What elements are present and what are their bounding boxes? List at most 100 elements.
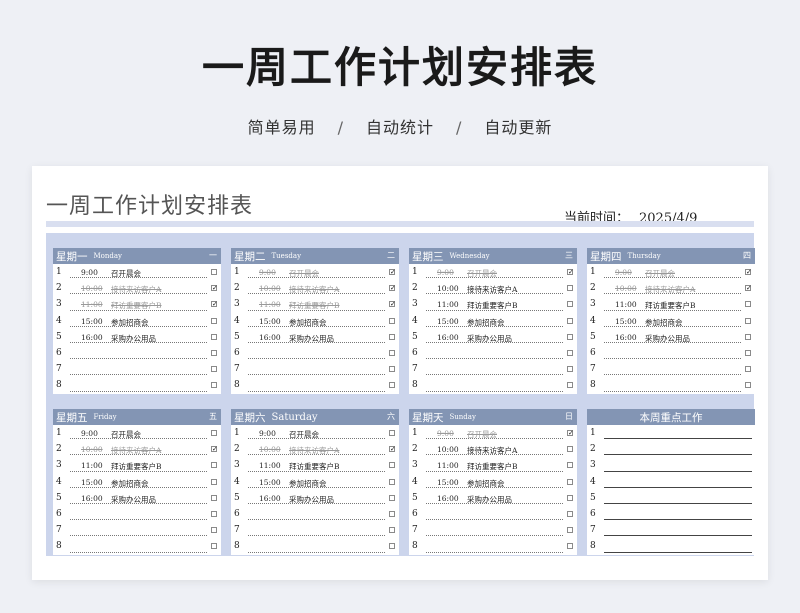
task-time[interactable]: 10:00 xyxy=(259,284,281,293)
task-checkbox[interactable] xyxy=(211,446,217,453)
task-text[interactable]: 拜访重要客户B xyxy=(467,300,518,311)
task-time[interactable]: 15:00 xyxy=(615,317,637,326)
task-time[interactable]: 9:00 xyxy=(615,268,632,277)
task-checkbox[interactable] xyxy=(745,301,751,308)
task-checkbox[interactable] xyxy=(389,317,395,324)
task-time[interactable]: 9:00 xyxy=(81,268,98,277)
task-checkbox[interactable] xyxy=(389,527,395,534)
task-checkbox[interactable] xyxy=(567,349,573,356)
task-checkbox[interactable] xyxy=(745,333,751,340)
focus-row[interactable]: 8 xyxy=(587,538,755,554)
task-checkbox[interactable] xyxy=(211,349,217,356)
focus-row[interactable]: 1 xyxy=(587,425,755,441)
task-text[interactable]: 采购办公用品 xyxy=(289,494,334,505)
task-time[interactable]: 9:00 xyxy=(437,429,454,438)
task-text[interactable]: 接待来访客户A xyxy=(111,445,161,456)
task-time[interactable]: 15:00 xyxy=(259,317,281,326)
task-time[interactable]: 15:00 xyxy=(81,478,103,487)
task-text[interactable]: 拜访重要客户B xyxy=(645,300,696,311)
task-text[interactable]: 采购办公用品 xyxy=(645,333,690,344)
task-checkbox[interactable] xyxy=(389,285,395,292)
task-text[interactable]: 接待来访客户A xyxy=(289,284,339,295)
task-time[interactable]: 16:00 xyxy=(81,333,103,342)
task-time[interactable]: 16:00 xyxy=(615,333,637,342)
task-time[interactable]: 11:00 xyxy=(615,300,637,309)
task-text[interactable]: 采购办公用品 xyxy=(111,333,156,344)
task-checkbox[interactable] xyxy=(567,510,573,517)
task-text[interactable]: 参加招商会 xyxy=(289,317,327,328)
task-checkbox[interactable] xyxy=(389,510,395,517)
task-checkbox[interactable] xyxy=(567,543,573,550)
task-checkbox[interactable] xyxy=(567,527,573,534)
focus-row[interactable]: 3 xyxy=(587,457,755,473)
task-checkbox[interactable] xyxy=(567,430,573,436)
task-time[interactable]: 11:00 xyxy=(259,461,281,470)
task-time[interactable]: 11:00 xyxy=(259,300,281,309)
task-checkbox[interactable] xyxy=(211,478,217,485)
task-checkbox[interactable] xyxy=(211,333,217,340)
task-time[interactable]: 9:00 xyxy=(437,268,454,277)
task-text[interactable]: 参加招商会 xyxy=(111,317,149,328)
task-checkbox[interactable] xyxy=(567,317,573,324)
task-time[interactable]: 10:00 xyxy=(615,284,637,293)
task-text[interactable]: 参加招商会 xyxy=(289,478,327,489)
task-checkbox[interactable] xyxy=(211,382,217,389)
task-text[interactable]: 召开晨会 xyxy=(467,429,497,440)
task-time[interactable]: 16:00 xyxy=(259,494,281,503)
task-time[interactable]: 9:00 xyxy=(259,268,276,277)
task-text[interactable]: 召开晨会 xyxy=(289,268,319,279)
task-checkbox[interactable] xyxy=(745,366,751,373)
task-time[interactable]: 10:00 xyxy=(437,445,459,454)
task-time[interactable]: 10:00 xyxy=(259,445,281,454)
task-text[interactable]: 拜访重要客户B xyxy=(111,461,162,472)
task-text[interactable]: 接待来访客户A xyxy=(467,445,517,456)
task-checkbox[interactable] xyxy=(389,543,395,550)
task-time[interactable]: 10:00 xyxy=(81,445,103,454)
task-time[interactable]: 16:00 xyxy=(437,333,459,342)
task-checkbox[interactable] xyxy=(567,446,573,453)
task-time[interactable]: 16:00 xyxy=(259,333,281,342)
task-checkbox[interactable] xyxy=(211,430,217,436)
task-checkbox[interactable] xyxy=(567,285,573,292)
task-text[interactable]: 采购办公用品 xyxy=(467,333,512,344)
task-text[interactable]: 参加招商会 xyxy=(467,317,505,328)
task-text[interactable]: 接待来访客户A xyxy=(289,445,339,456)
task-checkbox[interactable] xyxy=(389,382,395,389)
task-checkbox[interactable] xyxy=(211,269,217,275)
focus-row[interactable]: 5 xyxy=(587,490,755,506)
focus-row[interactable]: 4 xyxy=(587,474,755,490)
task-text[interactable]: 参加招商会 xyxy=(111,478,149,489)
task-checkbox[interactable] xyxy=(211,301,217,308)
task-text[interactable]: 拜访重要客户B xyxy=(111,300,162,311)
task-checkbox[interactable] xyxy=(389,478,395,485)
task-checkbox[interactable] xyxy=(389,430,395,436)
task-time[interactable]: 10:00 xyxy=(437,284,459,293)
task-text[interactable]: 召开晨会 xyxy=(289,429,319,440)
task-checkbox[interactable] xyxy=(389,446,395,453)
focus-row[interactable]: 6 xyxy=(587,506,755,522)
task-text[interactable]: 召开晨会 xyxy=(111,429,141,440)
task-text[interactable]: 接待来访客户A xyxy=(467,284,517,295)
task-checkbox[interactable] xyxy=(211,510,217,517)
task-checkbox[interactable] xyxy=(211,494,217,501)
task-text[interactable]: 拜访重要客户B xyxy=(289,300,340,311)
task-checkbox[interactable] xyxy=(567,382,573,389)
task-checkbox[interactable] xyxy=(389,333,395,340)
task-text[interactable]: 召开晨会 xyxy=(111,268,141,279)
task-checkbox[interactable] xyxy=(567,333,573,340)
task-checkbox[interactable] xyxy=(567,494,573,501)
task-time[interactable]: 9:00 xyxy=(81,429,98,438)
task-text[interactable]: 拜访重要客户B xyxy=(467,461,518,472)
task-time[interactable]: 11:00 xyxy=(81,461,103,470)
task-time[interactable]: 15:00 xyxy=(81,317,103,326)
task-checkbox[interactable] xyxy=(745,285,751,292)
task-checkbox[interactable] xyxy=(389,269,395,275)
task-checkbox[interactable] xyxy=(567,478,573,485)
task-text[interactable]: 拜访重要客户B xyxy=(289,461,340,472)
task-text[interactable]: 采购办公用品 xyxy=(111,494,156,505)
task-time[interactable]: 9:00 xyxy=(259,429,276,438)
task-checkbox[interactable] xyxy=(211,462,217,469)
task-text[interactable]: 采购办公用品 xyxy=(289,333,334,344)
task-checkbox[interactable] xyxy=(211,527,217,534)
task-checkbox[interactable] xyxy=(389,366,395,373)
